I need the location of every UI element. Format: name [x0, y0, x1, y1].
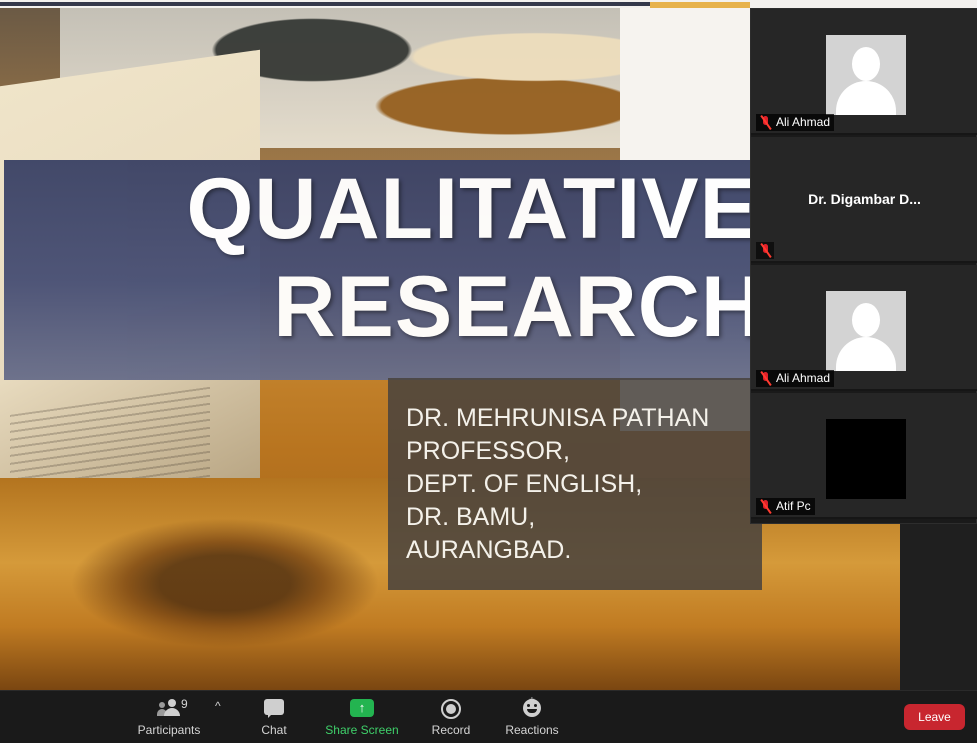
top-strip-dark — [0, 2, 650, 6]
participant-name-tag: Ali Ahmad — [756, 370, 835, 387]
author-name: DR. MEHRUNISA PATHAN — [406, 404, 710, 432]
participants-icon — [157, 699, 183, 717]
leave-button[interactable]: Leave — [904, 704, 965, 730]
reactions-button[interactable]: + Reactions — [502, 695, 562, 741]
mic-muted-icon — [759, 242, 773, 259]
participant-name: Atif Pc — [776, 499, 811, 513]
participant-name-tag: Atif Pc — [756, 498, 815, 515]
participant-mute-tag — [756, 242, 774, 259]
reactions-plus-icon: + — [529, 695, 535, 706]
share-screen-icon: ↑ — [350, 699, 374, 717]
participant-tile[interactable]: Dr. Digambar D... — [751, 137, 977, 263]
participants-options-caret-icon[interactable]: ^ — [215, 699, 221, 713]
mic-muted-icon — [759, 114, 773, 131]
meeting-toolbar: 9 Participants ^ Chat ↑ Share Screen Rec… — [0, 690, 977, 743]
participant-name: Ali Ahmad — [776, 371, 831, 385]
top-strip — [0, 0, 977, 8]
share-screen-label: Share Screen — [325, 723, 399, 737]
author-city: AURANGBAD. — [406, 536, 572, 564]
slide-title-line-1: QUALITATIVE — [186, 161, 758, 257]
mic-muted-icon — [759, 498, 773, 515]
title-banner: QUALITATIVE RESEARCH — [4, 160, 764, 380]
author-department: DEPT. OF ENGLISH, — [406, 470, 643, 498]
participants-label: Participants — [137, 723, 201, 737]
avatar — [826, 291, 906, 371]
mic-muted-icon — [759, 370, 773, 387]
chat-icon — [264, 699, 284, 718]
participant-tile[interactable]: Ali Ahmad — [751, 9, 977, 135]
participant-name: Ali Ahmad — [776, 115, 831, 129]
avatar — [826, 35, 906, 115]
record-label: Record — [431, 723, 471, 737]
video-off-black — [826, 419, 906, 499]
participant-name-tag: Ali Ahmad — [756, 114, 835, 131]
participant-tile[interactable]: Atif Pc — [751, 393, 977, 519]
chat-label: Chat — [261, 723, 287, 737]
slide-title-line-2: RESEARCH — [273, 259, 764, 355]
record-icon — [441, 699, 461, 719]
participants-count: 9 — [181, 697, 188, 711]
participant-gallery[interactable]: Ali Ahmad Dr. Digambar D... Ali Ahmad At… — [750, 8, 977, 524]
reactions-label: Reactions — [505, 723, 559, 737]
author-box: DR. MEHRUNISA PATHAN PROFESSOR, DEPT. OF… — [388, 378, 762, 590]
participant-name-center: Dr. Digambar D... — [808, 191, 921, 207]
author-position: PROFESSOR, — [406, 437, 570, 465]
share-screen-button[interactable]: ↑ Share Screen — [324, 695, 400, 741]
participant-tile[interactable]: Ali Ahmad — [751, 265, 977, 391]
record-button[interactable]: Record — [428, 695, 474, 741]
slide-background-knot — [70, 518, 380, 648]
chat-button[interactable]: Chat — [252, 695, 296, 741]
author-university: DR. BAMU, — [406, 503, 536, 531]
participants-button[interactable]: 9 Participants — [134, 695, 204, 741]
